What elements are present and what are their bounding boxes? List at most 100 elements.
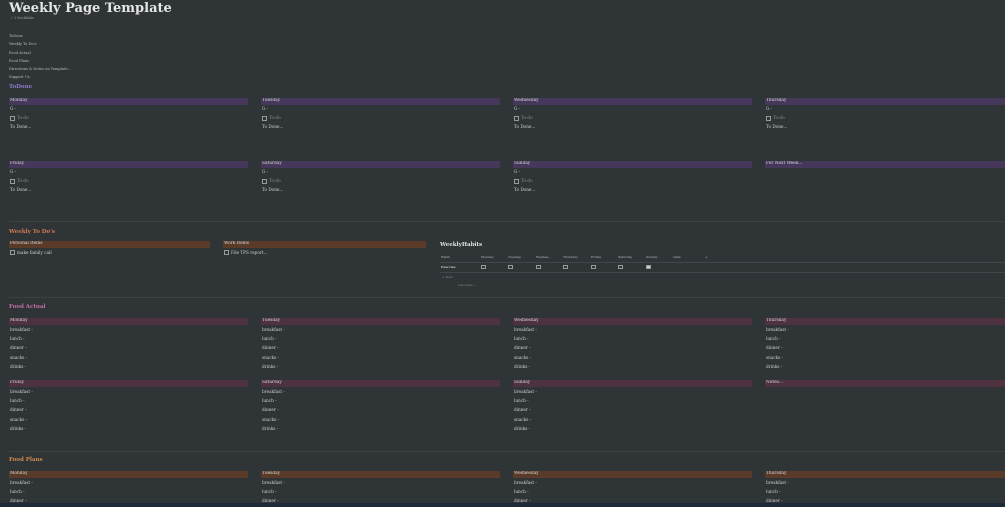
meal-snacks[interactable]: snacks - <box>765 353 1005 362</box>
done-line[interactable]: To Done... <box>513 185 752 194</box>
todo-item[interactable]: To-do <box>9 113 248 122</box>
goal-line[interactable]: G - <box>9 105 248 114</box>
habit-checkbox-tuesday[interactable] <box>508 263 513 272</box>
column-header-saturday[interactable]: Saturday <box>618 253 632 262</box>
meal-dinner[interactable]: dinner - <box>9 343 248 352</box>
done-line[interactable]: To Done... <box>261 185 500 194</box>
toc-item-support[interactable]: Support Us <box>9 73 71 81</box>
todo-item[interactable]: To-do <box>513 113 752 122</box>
meal-breakfast[interactable]: breakfast - <box>513 478 752 487</box>
todo-item[interactable]: To-do <box>261 176 500 185</box>
meal-lunch[interactable]: lunch - <box>513 334 752 343</box>
add-column-button[interactable]: + <box>705 253 708 262</box>
meal-lunch[interactable]: lunch - <box>261 487 500 496</box>
meal-snacks[interactable]: snacks - <box>261 415 500 424</box>
toc-item-todone[interactable]: ToDone <box>9 32 71 40</box>
meal-breakfast[interactable]: breakfast - <box>261 387 500 396</box>
checkbox-icon[interactable] <box>262 178 267 184</box>
meal-drinks[interactable]: drinks - <box>261 424 500 433</box>
meal-lunch[interactable]: lunch - <box>261 334 500 343</box>
goal-line[interactable]: G - <box>261 168 500 177</box>
todo-item[interactable]: To-do <box>765 113 1005 122</box>
meal-drinks[interactable]: drinks - <box>9 362 248 371</box>
todo-item[interactable]: To-do <box>9 176 248 185</box>
toc-item-weekly-todos[interactable]: Weekly To Do's <box>9 40 71 48</box>
meal-breakfast[interactable]: breakfast - <box>261 325 500 334</box>
meal-lunch[interactable]: lunch - <box>9 396 248 405</box>
habit-checkbox-thursday[interactable] <box>563 263 568 272</box>
checkbox-icon[interactable] <box>10 178 15 184</box>
meal-snacks[interactable]: snacks - <box>513 353 752 362</box>
checkbox-icon[interactable] <box>618 264 623 270</box>
meal-breakfast[interactable]: breakfast - <box>261 478 500 487</box>
meal-snacks[interactable]: snacks - <box>261 353 500 362</box>
meal-snacks[interactable]: snacks - <box>9 415 248 424</box>
checkbox-checked-icon[interactable] <box>646 264 651 270</box>
meal-lunch[interactable]: lunch - <box>9 487 248 496</box>
backlinks-link[interactable]: ↗ 2 backlinks <box>10 16 34 20</box>
column-header-thursday[interactable]: Thursday <box>563 253 578 262</box>
goal-line[interactable]: G - <box>513 168 752 177</box>
done-line[interactable]: To Done... <box>513 122 752 131</box>
meal-dinner[interactable]: dinner - <box>765 343 1005 352</box>
habit-checkbox-saturday[interactable] <box>618 263 623 272</box>
habit-checkbox-wednesday[interactable] <box>536 263 541 272</box>
meal-dinner[interactable]: dinner - <box>513 343 752 352</box>
meal-lunch[interactable]: lunch - <box>261 396 500 405</box>
meal-dinner[interactable]: dinner - <box>513 405 752 414</box>
goal-line[interactable]: G - <box>513 105 752 114</box>
meal-lunch[interactable]: lunch - <box>9 334 248 343</box>
checkbox-icon[interactable] <box>591 264 596 270</box>
toc-item-directions[interactable]: Directions & Notes on Template... <box>9 65 71 73</box>
meal-lunch[interactable]: lunch - <box>765 334 1005 343</box>
todo-item[interactable]: To-do <box>261 113 500 122</box>
meal-lunch[interactable]: lunch - <box>513 487 752 496</box>
checkbox-icon[interactable] <box>224 250 229 255</box>
checkbox-icon[interactable] <box>563 264 568 270</box>
meal-drinks[interactable]: drinks - <box>513 362 752 371</box>
meal-drinks[interactable]: drinks - <box>9 424 248 433</box>
column-header-state[interactable]: state <box>673 253 681 262</box>
meal-breakfast[interactable]: breakfast - <box>9 325 248 334</box>
meal-drinks[interactable]: drinks - <box>261 362 500 371</box>
meal-drinks[interactable]: drinks - <box>765 362 1005 371</box>
checkbox-icon[interactable] <box>508 264 513 270</box>
meal-breakfast[interactable]: breakfast - <box>513 325 752 334</box>
calculate-button[interactable]: Calculate ~ <box>458 282 476 289</box>
habit-checkbox-sunday[interactable] <box>646 263 651 272</box>
toc-item-food-plans[interactable]: Food Plans <box>9 57 71 65</box>
todo-item[interactable]: make family call <box>9 248 210 257</box>
checkbox-icon[interactable] <box>536 264 541 270</box>
done-line[interactable]: To Done... <box>9 122 248 131</box>
todo-item[interactable]: To-do <box>513 176 752 185</box>
goal-line[interactable]: G - <box>261 105 500 114</box>
toc-item-food-actual[interactable]: Food Actual <box>9 49 71 57</box>
checkbox-icon[interactable] <box>514 178 519 184</box>
meal-snacks[interactable]: snacks - <box>9 353 248 362</box>
meal-dinner[interactable]: dinner - <box>261 343 500 352</box>
new-row-button[interactable]: + New <box>442 273 453 282</box>
meal-snacks[interactable]: snacks - <box>513 415 752 424</box>
habit-checkbox-monday[interactable] <box>481 263 486 272</box>
meal-lunch[interactable]: lunch - <box>513 396 752 405</box>
column-header-sunday[interactable]: Sunday <box>646 253 658 262</box>
goal-line[interactable]: G - <box>765 105 1005 114</box>
column-header-habit[interactable]: Habit <box>441 253 450 262</box>
column-header-friday[interactable]: Friday <box>591 253 601 262</box>
checkbox-icon[interactable] <box>481 264 486 270</box>
meal-breakfast[interactable]: breakfast - <box>765 325 1005 334</box>
goal-line[interactable]: G - <box>9 168 248 177</box>
column-header-monday[interactable]: Monday <box>481 253 494 262</box>
checkbox-icon[interactable] <box>10 115 15 121</box>
todo-item[interactable]: File TPS report... <box>223 248 426 257</box>
meal-breakfast[interactable]: breakfast - <box>9 387 248 396</box>
checkbox-icon[interactable] <box>262 115 267 121</box>
meal-lunch[interactable]: lunch - <box>765 487 1005 496</box>
column-header-wednesday[interactable]: Wednes... <box>536 253 551 262</box>
habit-name[interactable]: Exercise <box>441 263 456 272</box>
meal-dinner[interactable]: dinner - <box>9 405 248 414</box>
done-line[interactable]: To Done... <box>261 122 500 131</box>
checkbox-icon[interactable] <box>514 115 519 121</box>
meal-breakfast[interactable]: breakfast - <box>513 387 752 396</box>
meal-dinner[interactable]: dinner - <box>261 405 500 414</box>
